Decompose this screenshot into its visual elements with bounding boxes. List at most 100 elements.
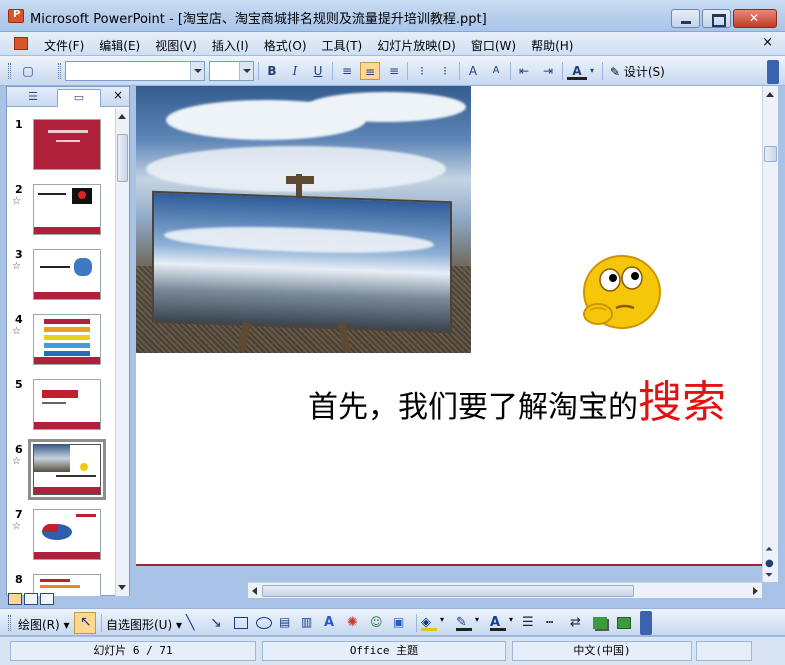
slide-thumb-row-3[interactable]: 3 ☆	[7, 248, 115, 304]
decrease-indent-icon[interactable]: ⇤	[514, 62, 534, 80]
menu-insert[interactable]: 插入(I)	[212, 37, 249, 54]
scrollbar-thumb[interactable]	[262, 585, 634, 597]
slide-canvas[interactable]: 首先，我们要了解淘宝的搜索	[136, 86, 762, 566]
vertical-text-box-icon[interactable]: ▥	[301, 615, 317, 631]
bullet-list-icon[interactable]: ⁝	[435, 62, 455, 80]
document-icon[interactable]	[14, 37, 28, 50]
slide-horizontal-scrollbar[interactable]	[248, 582, 762, 598]
document-close-icon[interactable]: ×	[762, 35, 773, 50]
toolbar-grip[interactable]	[8, 63, 11, 79]
3d-style-icon[interactable]	[617, 617, 631, 629]
toolbar-grip[interactable]	[58, 63, 61, 79]
slide-thumb-row-1[interactable]: 1	[7, 118, 115, 174]
slide-thumb-row-5[interactable]: 5	[7, 378, 115, 434]
scroll-up-icon[interactable]	[766, 92, 774, 97]
diagram-icon[interactable]: ✺	[347, 615, 363, 631]
tab-outline[interactable]: ☰	[11, 89, 55, 107]
picture-icon[interactable]: ▣	[393, 615, 409, 631]
shadow-style-icon[interactable]	[593, 617, 607, 629]
close-button[interactable]	[733, 9, 777, 28]
numbered-list-icon[interactable]: ⁝	[412, 62, 432, 80]
slide-thumbnail-1[interactable]	[33, 119, 101, 170]
next-slide-icon[interactable]: ⏷	[765, 571, 773, 581]
menu-tools[interactable]: 工具(T)	[322, 37, 363, 54]
new-document-icon[interactable]: ▢	[18, 62, 38, 80]
scroll-down-icon[interactable]	[118, 585, 126, 590]
decrease-font-icon[interactable]: A	[486, 62, 506, 80]
slide-thumbnail-7[interactable]	[33, 509, 101, 560]
menu-slideshow[interactable]: 幻灯片放映(D)	[377, 37, 456, 54]
underline-icon[interactable]: U	[308, 62, 328, 80]
font-color-icon[interactable]: A	[567, 62, 587, 80]
oval-icon[interactable]	[256, 617, 272, 629]
align-left-icon[interactable]: ≡	[337, 62, 357, 80]
increase-font-icon[interactable]: A	[463, 62, 483, 80]
slide-vertical-scrollbar[interactable]: ⏶ ● ⏷	[762, 86, 778, 582]
slide-sorter-button[interactable]	[24, 593, 38, 605]
align-right-icon[interactable]: ≡	[384, 62, 404, 80]
chevron-down-icon[interactable]	[190, 62, 204, 80]
line-style-icon[interactable]: ☰	[522, 615, 538, 631]
slide-thumbnail-4[interactable]	[33, 314, 101, 365]
slide-thumb-row-6[interactable]: 6 ☆	[7, 439, 115, 500]
dash-style-icon[interactable]: ┅	[546, 615, 562, 631]
font-color-icon[interactable]: A	[490, 615, 506, 631]
toolbar-grip[interactable]	[8, 615, 11, 631]
chevron-down-icon[interactable]: ▾	[475, 615, 483, 631]
scrollbar-thumb[interactable]	[764, 146, 777, 162]
menu-format[interactable]: 格式(O)	[264, 37, 307, 54]
clip-art-icon[interactable]: ☺	[370, 615, 386, 631]
font-name-combo[interactable]	[65, 61, 205, 81]
align-center-icon[interactable]: ≡	[360, 62, 380, 80]
menu-help[interactable]: 帮助(H)	[531, 37, 573, 54]
slide-thumb-row-2[interactable]: 2 ☆	[7, 183, 115, 239]
chevron-down-icon[interactable]: ▾	[587, 62, 597, 80]
toolbar-options-icon[interactable]	[640, 611, 652, 635]
maximize-button[interactable]	[702, 9, 731, 28]
italic-icon[interactable]: I	[285, 62, 305, 80]
increase-indent-icon[interactable]: ⇥	[538, 62, 558, 80]
select-objects-button[interactable]: ↖	[74, 612, 96, 634]
draw-menu-button[interactable]: 绘图(R) ▾	[18, 616, 70, 633]
slide-thumb-row-7[interactable]: 7 ☆	[7, 508, 115, 564]
fill-color-icon[interactable]: ◈	[421, 615, 437, 631]
toolbar-options-icon[interactable]	[767, 60, 779, 84]
slideshow-view-button[interactable]	[40, 593, 54, 605]
scroll-up-icon[interactable]	[118, 114, 126, 119]
slide-thumbnail-5[interactable]	[33, 379, 101, 430]
menu-edit[interactable]: 编辑(E)	[99, 37, 140, 54]
menu-window[interactable]: 窗口(W)	[471, 37, 516, 54]
menu-file[interactable]: 文件(F)	[44, 37, 84, 54]
font-size-combo[interactable]	[209, 61, 254, 81]
previous-slide-icon[interactable]: ⏶	[765, 545, 773, 555]
slide-thumbnail-2[interactable]	[33, 184, 101, 235]
chevron-down-icon[interactable]	[239, 62, 253, 80]
scroll-right-icon[interactable]	[753, 587, 758, 595]
slide-thumbnail-6[interactable]	[28, 439, 106, 500]
design-button[interactable]: ✎ 设计(S)	[610, 63, 665, 80]
normal-view-button[interactable]	[8, 593, 22, 605]
slide-body-text[interactable]: 首先，我们要了解淘宝的搜索	[308, 366, 726, 430]
scrollbar-thumb[interactable]	[117, 134, 128, 182]
scroll-left-icon[interactable]	[252, 587, 257, 595]
minimize-button[interactable]	[671, 9, 700, 28]
chevron-down-icon[interactable]: ▾	[440, 615, 448, 631]
menu-view[interactable]: 视图(V)	[155, 37, 197, 54]
tab-slides[interactable]: ▭	[57, 89, 101, 107]
chevron-down-icon[interactable]: ▾	[509, 615, 517, 631]
rectangle-icon[interactable]	[234, 617, 248, 629]
arrow-style-icon[interactable]: ⇄	[570, 615, 586, 631]
line-color-icon[interactable]: ✎	[456, 615, 472, 631]
bold-icon[interactable]: B	[262, 62, 282, 80]
wordart-icon[interactable]: A	[324, 615, 340, 631]
autoshapes-button[interactable]: 自选图形(U) ▾	[106, 616, 182, 633]
pane-close-icon[interactable]: ×	[113, 88, 123, 102]
powerpoint-app-icon[interactable]	[8, 9, 24, 23]
line-icon[interactable]: ╲	[186, 615, 202, 631]
thumbnails-scrollbar[interactable]	[115, 108, 129, 596]
arrow-icon[interactable]: ↘	[210, 615, 226, 631]
text-box-icon[interactable]: ▤	[279, 615, 295, 631]
slide-thumbnail-3[interactable]	[33, 249, 101, 300]
slide-thumb-row-4[interactable]: 4 ☆	[7, 313, 115, 369]
select-browse-object-icon[interactable]: ●	[765, 559, 774, 569]
